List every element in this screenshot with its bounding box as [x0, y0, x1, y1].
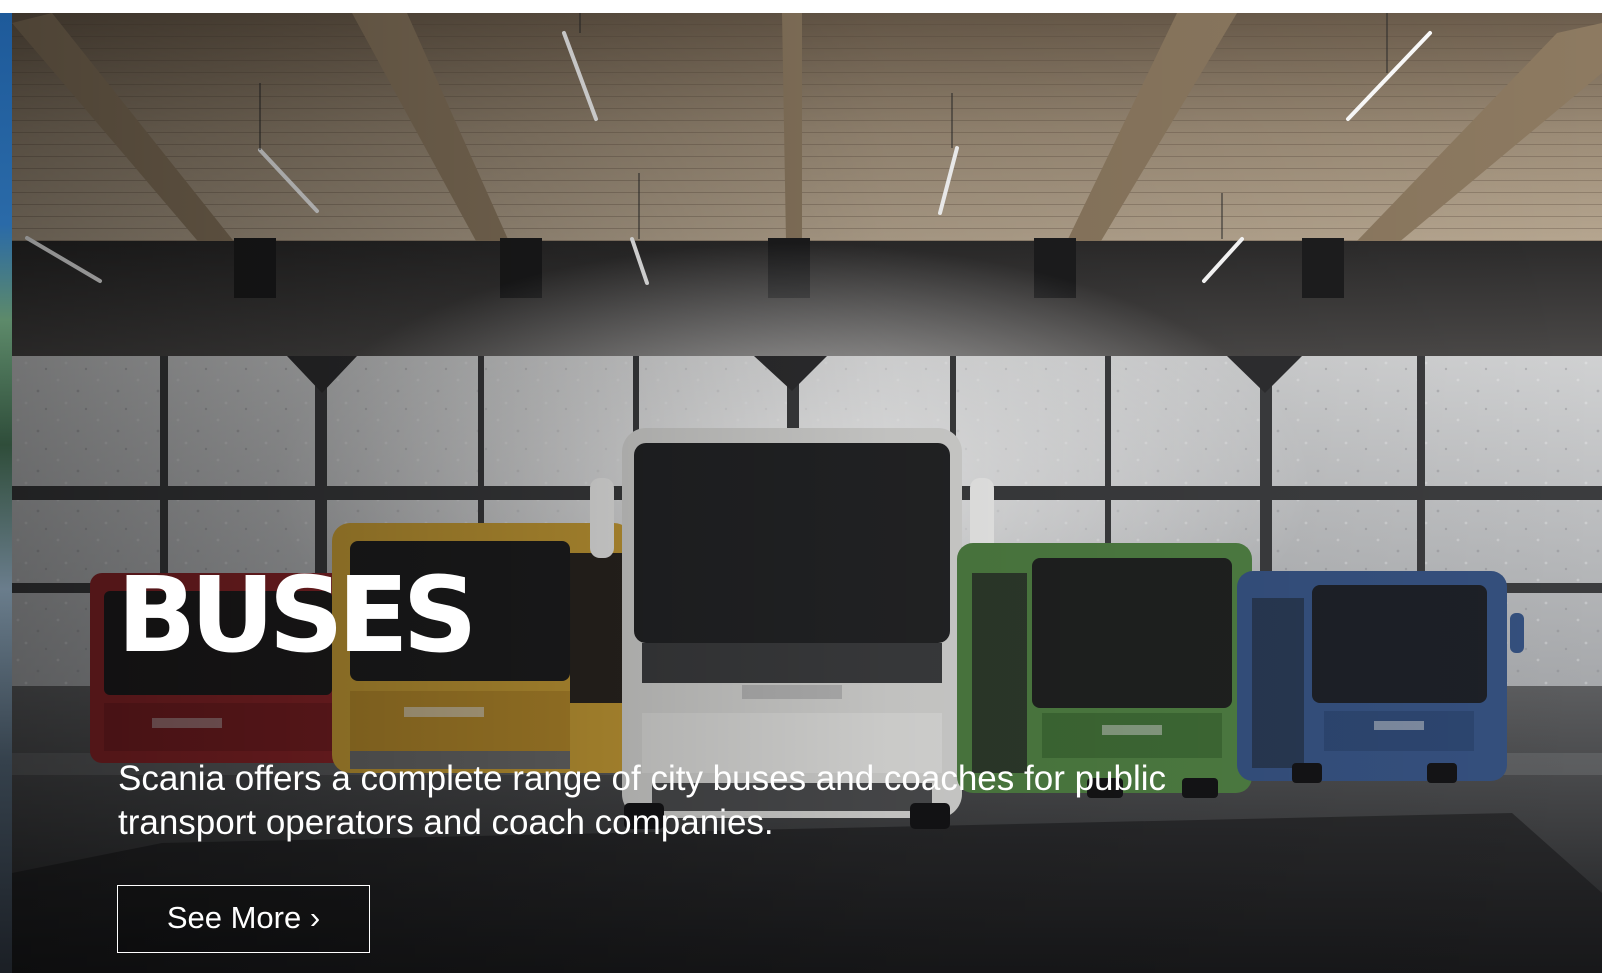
hero-banner: BUSES Scania offers a complete range of … [12, 13, 1602, 973]
page: BUSES Scania offers a complete range of … [0, 0, 1602, 973]
hero-title: BUSES [117, 554, 478, 676]
see-more-button[interactable]: See More › [117, 885, 370, 953]
hero-description: Scania offers a complete range of city b… [118, 759, 1167, 842]
previous-slide-edge [0, 13, 12, 973]
hero-content: BUSES Scania offers a complete range of … [117, 563, 1217, 953]
